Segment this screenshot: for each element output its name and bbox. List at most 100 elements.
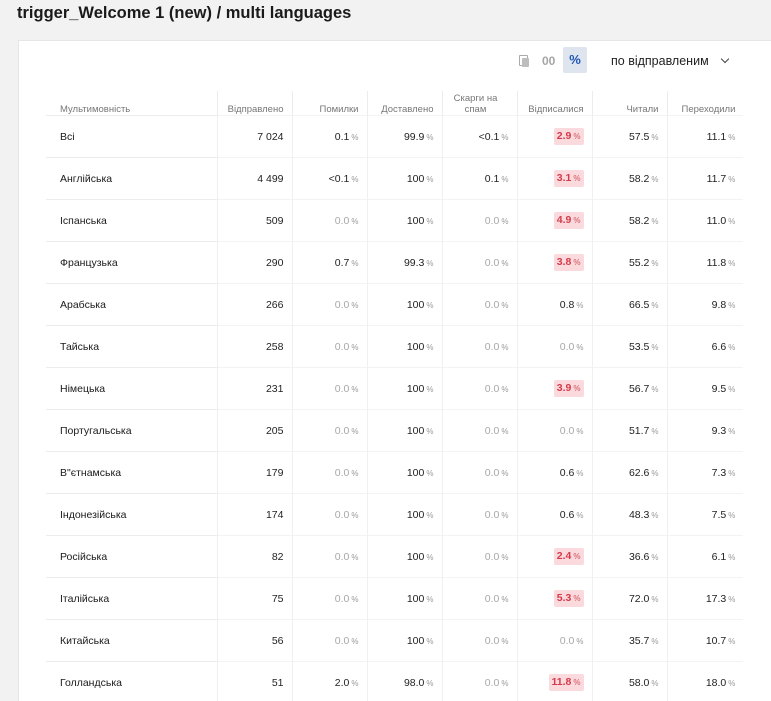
clicks-value: 7.3	[712, 467, 727, 479]
clicks-value: 7.5	[712, 509, 727, 521]
errors-cell: 0.0%	[292, 368, 367, 410]
table-row[interactable]: В"єтнамська1790.0%100%0.0%0.6%62.6%7.3%	[46, 452, 743, 494]
table-row[interactable]: Індонезійська1740.0%100%0.0%0.6%48.3%7.5…	[46, 494, 743, 536]
language-cell: Італійська	[46, 578, 217, 620]
delivered-cell: 100%	[367, 578, 442, 620]
header-unsubscribed[interactable]: Відписалися	[517, 91, 592, 116]
absolute-values-toggle[interactable]: 00	[539, 51, 558, 71]
spam-cell: <0.1%	[442, 116, 517, 158]
read-value: 51.7	[629, 425, 649, 437]
table-row[interactable]: Французька2900.7%99.3%0.0%3.8%55.2%11.8%	[46, 242, 743, 284]
unsubscribed-highlight-badge: 3.8%	[554, 254, 584, 271]
table-row[interactable]: Англійська4 499<0.1%100%0.1%3.1%58.2%11.…	[46, 158, 743, 200]
table-row[interactable]: Російська820.0%100%0.0%2.4%36.6%6.1%	[46, 536, 743, 578]
unsubscribed-cell: 0.6%	[517, 452, 592, 494]
spam-cell: 0.0%	[442, 242, 517, 284]
table-row[interactable]: Італійська750.0%100%0.0%5.3%72.0%17.3%	[46, 578, 743, 620]
unsubscribed-value: 0.6	[560, 509, 575, 521]
unsubscribed-cell: 0.6%	[517, 494, 592, 536]
table-row[interactable]: Всі7 0240.1%99.9%<0.1%2.9%57.5%11.1%	[46, 116, 743, 158]
table-row[interactable]: Арабська2660.0%100%0.0%0.8%66.5%9.8%	[46, 284, 743, 326]
unsubscribed-value: 0.6	[560, 467, 575, 479]
unsubscribed-value: 0.0	[560, 341, 575, 353]
percent-unit: %	[573, 174, 580, 183]
table-row[interactable]: Німецька2310.0%100%0.0%3.9%56.7%9.5%	[46, 368, 743, 410]
percent-unit: %	[351, 553, 358, 562]
percent-unit: %	[351, 595, 358, 604]
errors-cell: <0.1%	[292, 158, 367, 200]
table-row[interactable]: Іспанська5090.0%100%0.0%4.9%58.2%11.0%	[46, 200, 743, 242]
percent-unit: %	[728, 217, 735, 226]
unsubscribed-value: 5.3	[557, 592, 572, 604]
read-value: 57.5	[629, 131, 649, 143]
header-clicks[interactable]: Переходили	[667, 91, 743, 116]
table-row[interactable]: Тайська2580.0%100%0.0%0.0%53.5%6.6%	[46, 326, 743, 368]
percent-unit: %	[501, 553, 508, 562]
percent-unit: %	[651, 637, 658, 646]
table-body: Всі7 0240.1%99.9%<0.1%2.9%57.5%11.1%Англ…	[46, 116, 743, 701]
errors-cell: 0.0%	[292, 578, 367, 620]
read-cell: 36.6%	[592, 536, 667, 578]
header-read[interactable]: Читали	[592, 91, 667, 116]
header-spam[interactable]: Скарги на спам	[442, 91, 517, 116]
spam-cell: 0.0%	[442, 368, 517, 410]
spam-value: 0.0	[485, 299, 500, 311]
unsubscribed-value: 3.1	[557, 172, 572, 184]
percent-unit: %	[651, 595, 658, 604]
percent-unit: %	[351, 679, 358, 688]
unsubscribed-cell: 5.3%	[517, 578, 592, 620]
spam-cell: 0.0%	[442, 326, 517, 368]
percent-unit: %	[351, 427, 358, 436]
spam-cell: 0.1%	[442, 158, 517, 200]
percent-unit: %	[426, 385, 433, 394]
header-language[interactable]: Мультимовність	[46, 91, 217, 116]
language-cell: Всі	[46, 116, 217, 158]
sent-cell: 179	[217, 452, 292, 494]
sent-cell: 266	[217, 284, 292, 326]
percent-unit: %	[351, 637, 358, 646]
sent-cell: 56	[217, 620, 292, 662]
table-row[interactable]: Португальська2050.0%100%0.0%0.0%51.7%9.3…	[46, 410, 743, 452]
spam-cell: 0.0%	[442, 410, 517, 452]
clicks-cell: 6.6%	[667, 326, 743, 368]
unsubscribed-highlight-badge: 11.8%	[549, 674, 584, 691]
spam-cell: 0.0%	[442, 452, 517, 494]
read-cell: 55.2%	[592, 242, 667, 284]
clicks-cell: 10.7%	[667, 620, 743, 662]
percent-unit: %	[651, 133, 658, 142]
sent-value: 509	[266, 215, 284, 227]
unsubscribed-cell: 2.9%	[517, 116, 592, 158]
read-cell: 48.3%	[592, 494, 667, 536]
unsubscribed-value: 4.9	[557, 214, 572, 226]
table-row[interactable]: Голландська512.0%98.0%0.0%11.8%58.0%18.0…	[46, 662, 743, 701]
header-sent[interactable]: Відправлено	[217, 91, 292, 116]
delivered-cell: 99.9%	[367, 116, 442, 158]
spam-cell: 0.0%	[442, 662, 517, 701]
percent-values-toggle[interactable]: %	[563, 47, 587, 73]
clicks-value: 10.7	[706, 635, 726, 647]
copy-icon[interactable]	[516, 53, 532, 69]
percent-unit: %	[728, 385, 735, 394]
language-cell: Португальська	[46, 410, 217, 452]
spam-cell: 0.0%	[442, 578, 517, 620]
unsubscribed-highlight-badge: 2.9%	[554, 128, 584, 145]
errors-value: 0.0	[335, 509, 350, 521]
unsubscribed-cell: 3.8%	[517, 242, 592, 284]
sort-dropdown[interactable]: по відправленим	[611, 51, 728, 71]
clicks-value: 9.3	[712, 425, 727, 437]
clicks-value: 11.1	[707, 131, 727, 143]
percent-unit: %	[573, 594, 580, 603]
read-value: 58.2	[629, 173, 649, 185]
errors-cell: 0.0%	[292, 200, 367, 242]
sent-value: 75	[272, 593, 284, 605]
percent-unit: %	[501, 595, 508, 604]
delivered-value: 100	[407, 467, 425, 479]
errors-value: <0.1	[329, 173, 350, 185]
table-row[interactable]: Китайська560.0%100%0.0%0.0%35.7%10.7%	[46, 620, 743, 662]
read-value: 36.6	[629, 551, 649, 563]
percent-unit: %	[573, 258, 580, 267]
unsubscribed-value: 3.9	[557, 382, 572, 394]
header-errors[interactable]: Помилки	[292, 91, 367, 116]
header-delivered[interactable]: Доставлено	[367, 91, 442, 116]
delivered-cell: 100%	[367, 536, 442, 578]
